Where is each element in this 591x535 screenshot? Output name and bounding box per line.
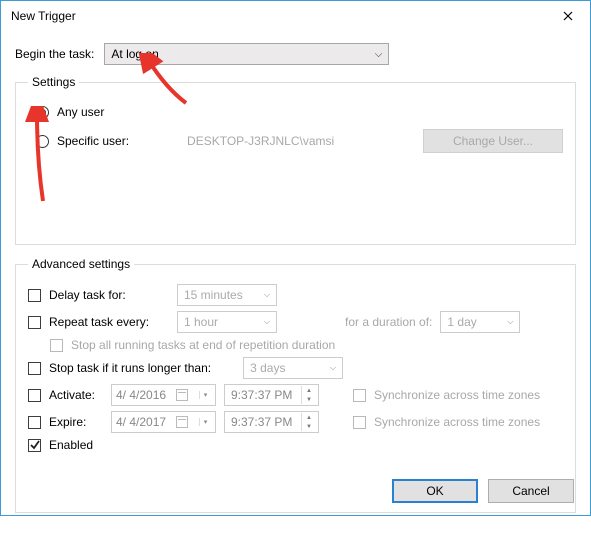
delay-value: 15 minutes	[184, 288, 243, 302]
calendar-icon	[176, 389, 188, 401]
window-title: New Trigger	[11, 9, 76, 23]
activate-time-value: 9:37:37 PM	[231, 388, 292, 402]
activate-row: Activate: 4/ 4/2016 ▾ 9:37:37 PM ▲▼ Sync…	[28, 384, 563, 406]
sync-activate-label: Synchronize across time zones	[374, 388, 540, 402]
cancel-label: Cancel	[512, 484, 549, 498]
begin-task-value: At log on	[111, 47, 158, 61]
chevron-down-icon: ⌵	[507, 317, 513, 327]
activate-checkbox[interactable]	[28, 389, 41, 402]
spin-up-icon: ▲	[302, 386, 316, 395]
delay-row: Delay task for: 15 minutes ⌵	[28, 284, 563, 306]
stop-all-label: Stop all running tasks at end of repetit…	[71, 338, 335, 352]
duration-select: 1 day ⌵	[440, 311, 520, 333]
repeat-value: 1 hour	[184, 315, 218, 329]
expire-label: Expire:	[49, 415, 103, 429]
titlebar: New Trigger	[1, 1, 590, 31]
settings-legend: Settings	[28, 75, 79, 89]
duration-label: for a duration of:	[345, 315, 432, 329]
chevron-down-icon: ⌵	[264, 317, 270, 327]
specific-user-value: DESKTOP-J3RJNLC\vamsi	[187, 134, 334, 148]
chevron-down-icon: ▾	[199, 418, 211, 426]
repeat-row: Repeat task every: 1 hour ⌵ for a durati…	[28, 311, 563, 333]
sync-expire-checkbox	[353, 416, 366, 429]
duration-value: 1 day	[447, 315, 476, 329]
begin-task-combo[interactable]: At log on ⌵	[104, 43, 389, 65]
stop-all-checkbox	[50, 339, 63, 352]
repeat-checkbox[interactable]	[28, 316, 41, 329]
ok-button[interactable]: OK	[392, 479, 478, 503]
chevron-down-icon: ▾	[199, 391, 211, 399]
expire-time-value: 9:37:37 PM	[231, 415, 292, 429]
repeat-label: Repeat task every:	[49, 315, 169, 329]
begin-task-row: Begin the task: At log on ⌵	[15, 43, 576, 65]
enabled-label: Enabled	[49, 438, 93, 452]
delay-checkbox[interactable]	[28, 289, 41, 302]
chevron-down-icon: ⌵	[264, 290, 270, 300]
activate-date: 4/ 4/2016 ▾	[111, 384, 216, 406]
close-button[interactable]	[546, 1, 590, 31]
stop-longer-row: Stop task if it runs longer than: 3 days…	[28, 357, 563, 379]
change-user-button: Change User...	[423, 129, 563, 153]
footer-buttons: OK Cancel	[392, 479, 574, 503]
expire-checkbox[interactable]	[28, 416, 41, 429]
activate-time: 9:37:37 PM ▲▼	[224, 384, 319, 406]
close-icon	[563, 11, 573, 21]
advanced-group: Advanced settings Delay task for: 15 min…	[15, 257, 576, 513]
time-spinner: ▲▼	[301, 386, 316, 404]
dialog-window: New Trigger Begin the task: At log on ⌵ …	[0, 0, 591, 516]
change-user-label: Change User...	[453, 134, 533, 148]
calendar-icon	[176, 416, 188, 428]
specific-user-radio[interactable]	[36, 135, 49, 148]
delay-label: Delay task for:	[49, 288, 169, 302]
any-user-label: Any user	[57, 105, 104, 119]
spin-up-icon: ▲	[302, 413, 316, 422]
settings-group: Settings Any user Specific user: DESKTOP…	[15, 75, 576, 245]
repeat-select: 1 hour ⌵	[177, 311, 277, 333]
ok-label: OK	[426, 484, 443, 498]
stop-longer-checkbox[interactable]	[28, 362, 41, 375]
sync-activate-checkbox	[353, 389, 366, 402]
stop-longer-value: 3 days	[250, 361, 285, 375]
enabled-row: Enabled	[28, 438, 563, 452]
spin-down-icon: ▼	[302, 422, 316, 431]
cancel-button[interactable]: Cancel	[488, 479, 574, 503]
begin-task-label: Begin the task:	[15, 47, 94, 61]
time-spinner: ▲▼	[301, 413, 316, 431]
stop-all-row: Stop all running tasks at end of repetit…	[50, 338, 563, 352]
expire-time: 9:37:37 PM ▲▼	[224, 411, 319, 433]
specific-user-label: Specific user:	[57, 134, 129, 148]
stop-longer-select: 3 days ⌵	[243, 357, 343, 379]
any-user-radio[interactable]	[36, 106, 49, 119]
advanced-legend: Advanced settings	[28, 257, 134, 271]
expire-date-value: 4/ 4/2017	[116, 415, 166, 429]
activate-label: Activate:	[49, 388, 103, 402]
chevron-down-icon: ⌵	[375, 49, 383, 60]
expire-row: Expire: 4/ 4/2017 ▾ 9:37:37 PM ▲▼ Synchr…	[28, 411, 563, 433]
stop-longer-label: Stop task if it runs longer than:	[49, 361, 211, 375]
expire-date: 4/ 4/2017 ▾	[111, 411, 216, 433]
enabled-checkbox[interactable]	[28, 439, 41, 452]
spin-down-icon: ▼	[302, 395, 316, 404]
chevron-down-icon: ⌵	[330, 363, 336, 373]
any-user-row[interactable]: Any user	[36, 105, 563, 119]
delay-select: 15 minutes ⌵	[177, 284, 277, 306]
sync-expire-label: Synchronize across time zones	[374, 415, 540, 429]
content-area: Begin the task: At log on ⌵ Settings Any…	[1, 31, 590, 535]
specific-user-row[interactable]: Specific user: DESKTOP-J3RJNLC\vamsi Cha…	[36, 129, 563, 153]
activate-date-value: 4/ 4/2016	[116, 388, 166, 402]
